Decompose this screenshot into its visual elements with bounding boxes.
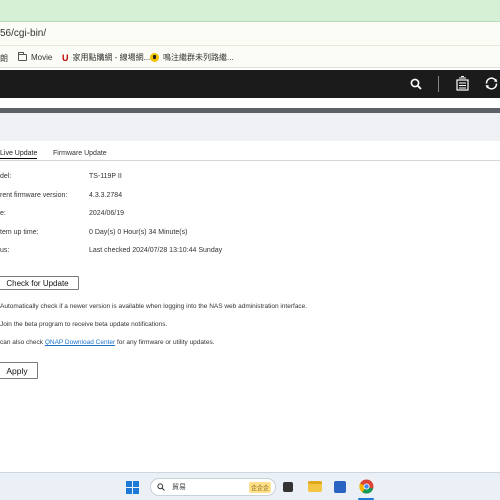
note-prefix: can also check bbox=[0, 339, 45, 346]
download-center-link[interactable]: QNAP Download Center bbox=[45, 339, 115, 346]
search-icon[interactable] bbox=[410, 77, 422, 95]
info-value: 2024/06/19 bbox=[89, 210, 125, 217]
info-label: rent firmware version: bbox=[0, 192, 68, 199]
bookmark-label: Movie bbox=[31, 53, 53, 62]
bookmark-item-2[interactable]: U 家用點購網 - 線場網... bbox=[62, 52, 150, 63]
folder-icon bbox=[18, 52, 27, 61]
search-badge: 企企企 bbox=[248, 482, 271, 493]
tab-bar: Live Update Firmware Update bbox=[0, 149, 500, 161]
info-label: tem up time: bbox=[0, 229, 39, 236]
info-value: 4.3.3.2784 bbox=[89, 192, 123, 199]
bookmark-label: 鳴注繼群未列路繼... bbox=[163, 53, 234, 62]
taskbar: 貿易 企企企 bbox=[0, 472, 500, 500]
task-stack-icon[interactable] bbox=[456, 76, 469, 96]
apply-button[interactable]: Apply bbox=[0, 362, 38, 379]
bookmark-label: 朗 bbox=[0, 54, 8, 63]
windows-start-icon[interactable] bbox=[126, 481, 139, 494]
search-icon bbox=[157, 483, 165, 491]
panel-title-band bbox=[0, 113, 500, 141]
info-label: us: bbox=[0, 247, 10, 254]
note-suffix: for any firmware or utility updates. bbox=[115, 339, 215, 346]
download-center-note: can also check QNAP Download Center for … bbox=[0, 339, 215, 346]
refresh-icon[interactable] bbox=[484, 76, 499, 96]
bookmarks-bar: 朗 Movie U 家用點購網 - 線場網... 鳴注繼群未列路繼... bbox=[0, 46, 500, 68]
bookmark-item-movie[interactable]: Movie bbox=[18, 52, 53, 62]
screen: 56/cgi-bin/ 朗 Movie U 家用點購網 - 線場網... 鳴注繼… bbox=[0, 0, 500, 500]
beta-option[interactable]: Join the beta program to receive beta up… bbox=[0, 321, 167, 328]
tab-firmware-update[interactable]: Firmware Update bbox=[53, 150, 107, 157]
chrome-icon[interactable] bbox=[359, 479, 374, 499]
beta-label: Join the beta program to receive beta up… bbox=[0, 321, 168, 328]
taskbar-search-box[interactable]: 貿易 企企企 bbox=[150, 478, 276, 496]
address-bar[interactable]: 56/cgi-bin/ bbox=[0, 22, 500, 46]
u-icon: U bbox=[62, 52, 69, 63]
info-label: del: bbox=[0, 173, 12, 180]
check-for-update-button[interactable]: Check for Update bbox=[0, 276, 79, 290]
auto-check-label: Automatically check if a newer version i… bbox=[0, 303, 308, 310]
bookmark-item-0[interactable]: 朗 bbox=[0, 53, 8, 64]
task-view-icon[interactable] bbox=[283, 482, 293, 492]
bookmark-label: 家用點購網 - 線場網... bbox=[72, 53, 151, 62]
qnap-header bbox=[0, 70, 500, 98]
info-label: e: bbox=[0, 210, 6, 217]
info-value: Last checked 2024/07/28 13:10:44 Sunday bbox=[89, 247, 223, 254]
search-text: 貿易 bbox=[172, 484, 186, 491]
auto-check-option[interactable]: Automatically check if a newer version i… bbox=[0, 303, 307, 310]
bookmark-item-3[interactable]: 鳴注繼群未列路繼... bbox=[150, 52, 234, 63]
url-text[interactable]: 56/cgi-bin/ bbox=[0, 28, 46, 39]
file-explorer-icon[interactable] bbox=[308, 481, 322, 492]
tab-live-update[interactable]: Live Update bbox=[0, 150, 38, 159]
info-value: 0 Day(s) 0 Hour(s) 34 Minute(s) bbox=[89, 229, 188, 236]
window-top-strip bbox=[0, 0, 500, 22]
store-icon[interactable] bbox=[334, 481, 346, 493]
info-value: TS-119P II bbox=[89, 173, 122, 180]
yellow-circle-icon bbox=[150, 53, 159, 62]
header-divider bbox=[438, 76, 439, 92]
